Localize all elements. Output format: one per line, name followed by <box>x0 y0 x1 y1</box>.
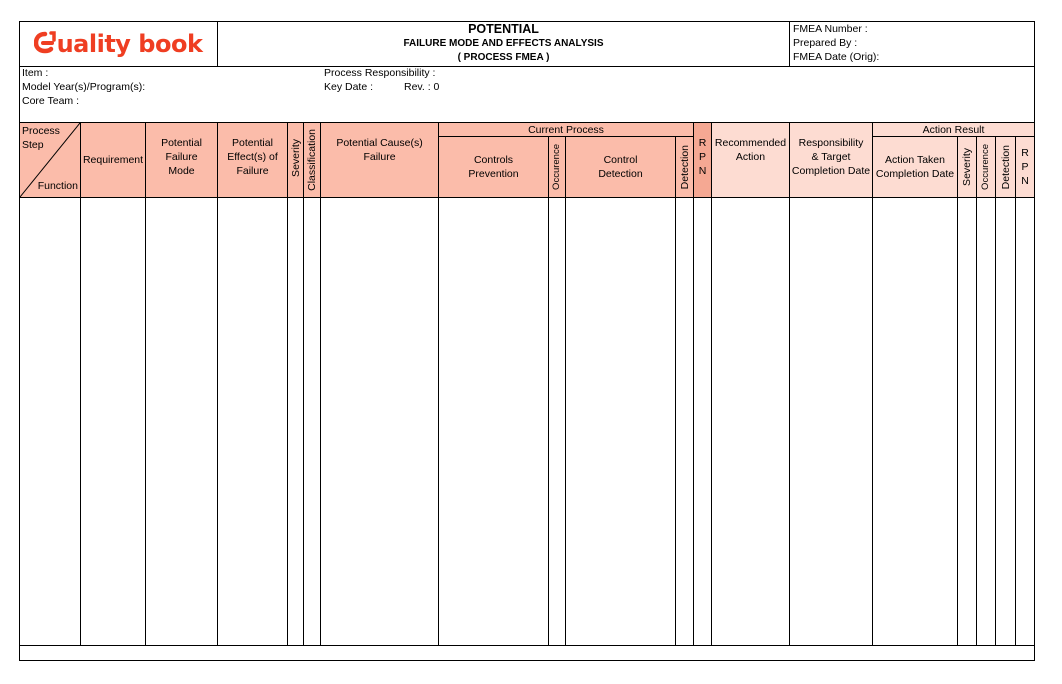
body-col-controls-prevention[interactable] <box>439 197 549 646</box>
core-team-label: Core Team : <box>22 95 79 107</box>
body-col-effects[interactable] <box>218 197 288 646</box>
model-year-label: Model Year(s)/Program(s): <box>22 81 146 93</box>
fmea-number-label: FMEA Number : <box>793 23 868 35</box>
header-severity: Severity <box>288 123 304 198</box>
body-col-recommended-action[interactable] <box>712 197 790 646</box>
body-col-classification[interactable] <box>304 197 321 646</box>
body-col-causes[interactable] <box>321 197 439 646</box>
header-responsibility: Responsibility & Target Completion Date <box>790 123 873 198</box>
body-col-action-taken[interactable] <box>873 197 958 646</box>
header-action-taken: Action Taken Completion Date <box>873 137 958 198</box>
title-potential: POTENTIAL <box>468 22 539 36</box>
header-ar-rpn: RPN <box>1016 137 1035 198</box>
header-current-process: Current Process <box>439 123 694 137</box>
body-col-failure-mode[interactable] <box>146 197 218 646</box>
body-col-control-detection[interactable] <box>566 197 676 646</box>
body-col-responsibility[interactable] <box>790 197 873 646</box>
header-ar-detection: Detection <box>996 137 1016 198</box>
header-control-detection: Control Detection <box>566 137 676 198</box>
header-recommended-action: Recommended Action <box>712 123 790 198</box>
header-ar-occurrence: Occurence <box>977 137 996 198</box>
header-potential-causes: Potential Cause(s) Failure <box>321 123 439 198</box>
logo: uality book <box>19 21 218 67</box>
meta-right: FMEA Number : Prepared By : FMEA Date (O… <box>793 22 879 64</box>
header-controls-prevention: Controls Prevention <box>439 137 549 198</box>
header-action-result: Action Result <box>873 123 1035 137</box>
process-responsibility-label: Process Responsibility : <box>324 67 436 79</box>
header-process-step: Process Step <box>22 125 60 151</box>
header-rpn: RPN <box>694 123 712 198</box>
body-col-detection[interactable] <box>676 197 694 646</box>
prepared-by-label: Prepared By : <box>793 37 858 49</box>
info-mid: Process Responsibility : Key Date : Rev. … <box>324 66 439 94</box>
header-detection: Detection <box>676 137 694 198</box>
body-col-requirement[interactable] <box>81 197 146 646</box>
body-col-ar-detection[interactable] <box>996 197 1016 646</box>
info-block <box>19 66 1035 123</box>
logo-text: uality book <box>56 30 203 58</box>
body-col-severity[interactable] <box>288 197 304 646</box>
rev-label: Rev. : 0 <box>404 81 440 93</box>
table-footer-row[interactable] <box>19 645 1035 661</box>
header-potential-failure-mode: Potential Failure Mode <box>146 123 218 198</box>
body-col-rpn[interactable] <box>694 197 712 646</box>
item-label: Item : <box>22 67 49 79</box>
header-occurrence: Occurence <box>549 137 566 198</box>
header-ar-severity: Severity <box>958 137 977 198</box>
body-col-process-step[interactable] <box>19 197 81 646</box>
body-col-occurrence[interactable] <box>549 197 566 646</box>
title-fmea: FAILURE MODE AND EFFECTS ANALYSIS <box>403 38 604 49</box>
header-potential-effects: Potential Effect(s) of Failure <box>218 123 288 198</box>
header-requirement: Requirement <box>81 123 146 198</box>
info-left: Item : Model Year(s)/Program(s): Core Te… <box>22 66 145 108</box>
logo-mark-icon <box>33 31 56 57</box>
header-process-step-function: Process Step Function <box>20 123 81 198</box>
header-function: Function <box>37 180 78 192</box>
title-process-fmea: ( PROCESS FMEA ) <box>457 52 550 63</box>
header-classification: Classification <box>304 123 321 198</box>
fmea-date-label: FMEA Date (Orig): <box>793 51 880 63</box>
key-date-label: Key Date : <box>324 81 374 93</box>
body-col-ar-occurrence[interactable] <box>977 197 996 646</box>
form-title: POTENTIAL FAILURE MODE AND EFFECTS ANALY… <box>218 21 790 67</box>
body-col-ar-severity[interactable] <box>958 197 977 646</box>
